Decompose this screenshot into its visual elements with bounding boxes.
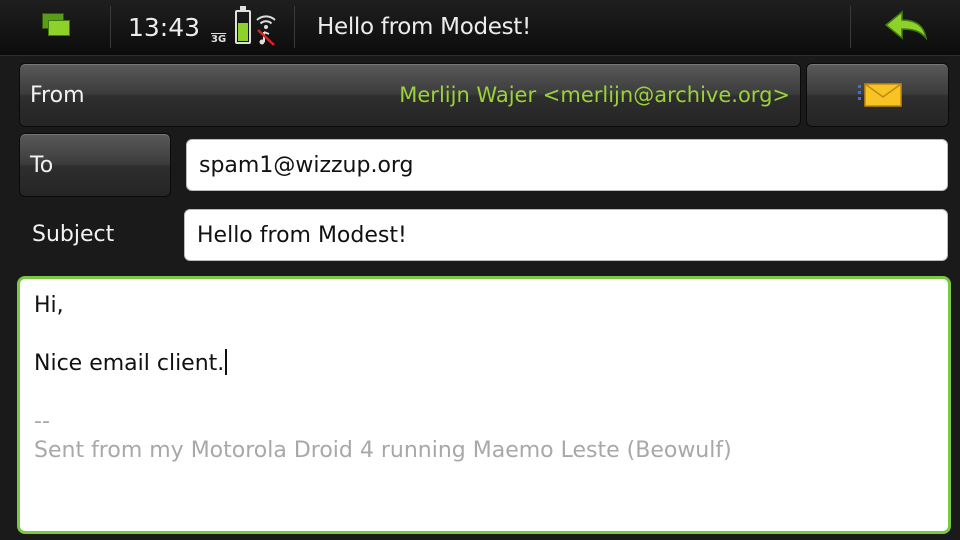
from-value: Merlijn Wajer <merlijn@archive.org>: [399, 83, 790, 107]
signal-muted-icon: [256, 15, 276, 46]
from-label: From: [30, 83, 85, 108]
text-cursor: [225, 349, 228, 375]
separator: [850, 6, 851, 48]
title-bar: 13:43 3G Hello from Modest!: [0, 0, 960, 56]
subject-label: Subject: [32, 222, 115, 247]
clock[interactable]: 13:43: [128, 13, 200, 42]
back-arrow-icon[interactable]: [880, 8, 932, 48]
separator: [294, 6, 295, 48]
network-type-label: 3G: [211, 34, 227, 45]
subject-field[interactable]: Hello from Modest!: [184, 209, 948, 261]
separator: [110, 6, 111, 48]
body-greeting: Hi,: [34, 293, 64, 318]
task-switcher-icon[interactable]: [38, 13, 74, 41]
body-text: Nice email client.: [34, 351, 225, 376]
window-title: Hello from Modest!: [317, 14, 531, 40]
send-button[interactable]: [806, 63, 949, 127]
body-blank-line: [34, 320, 934, 349]
to-field[interactable]: spam1@wizzup.org: [186, 139, 948, 191]
send-mail-icon: [858, 83, 902, 107]
signature-text: Sent from my Motorola Droid 4 running Ma…: [34, 438, 732, 463]
body-text-line: Nice email client.: [34, 349, 934, 378]
from-selector-button[interactable]: From Merlijn Wajer <merlijn@archive.org>: [19, 63, 801, 127]
to-recipients-button[interactable]: To: [19, 133, 171, 197]
to-label: To: [30, 153, 54, 178]
message-body-editor[interactable]: Hi, Nice email client. -- Sent from my M…: [17, 276, 951, 534]
battery-icon: [235, 6, 251, 44]
body-blank-line: [34, 378, 934, 407]
signature-separator: --: [34, 409, 50, 434]
